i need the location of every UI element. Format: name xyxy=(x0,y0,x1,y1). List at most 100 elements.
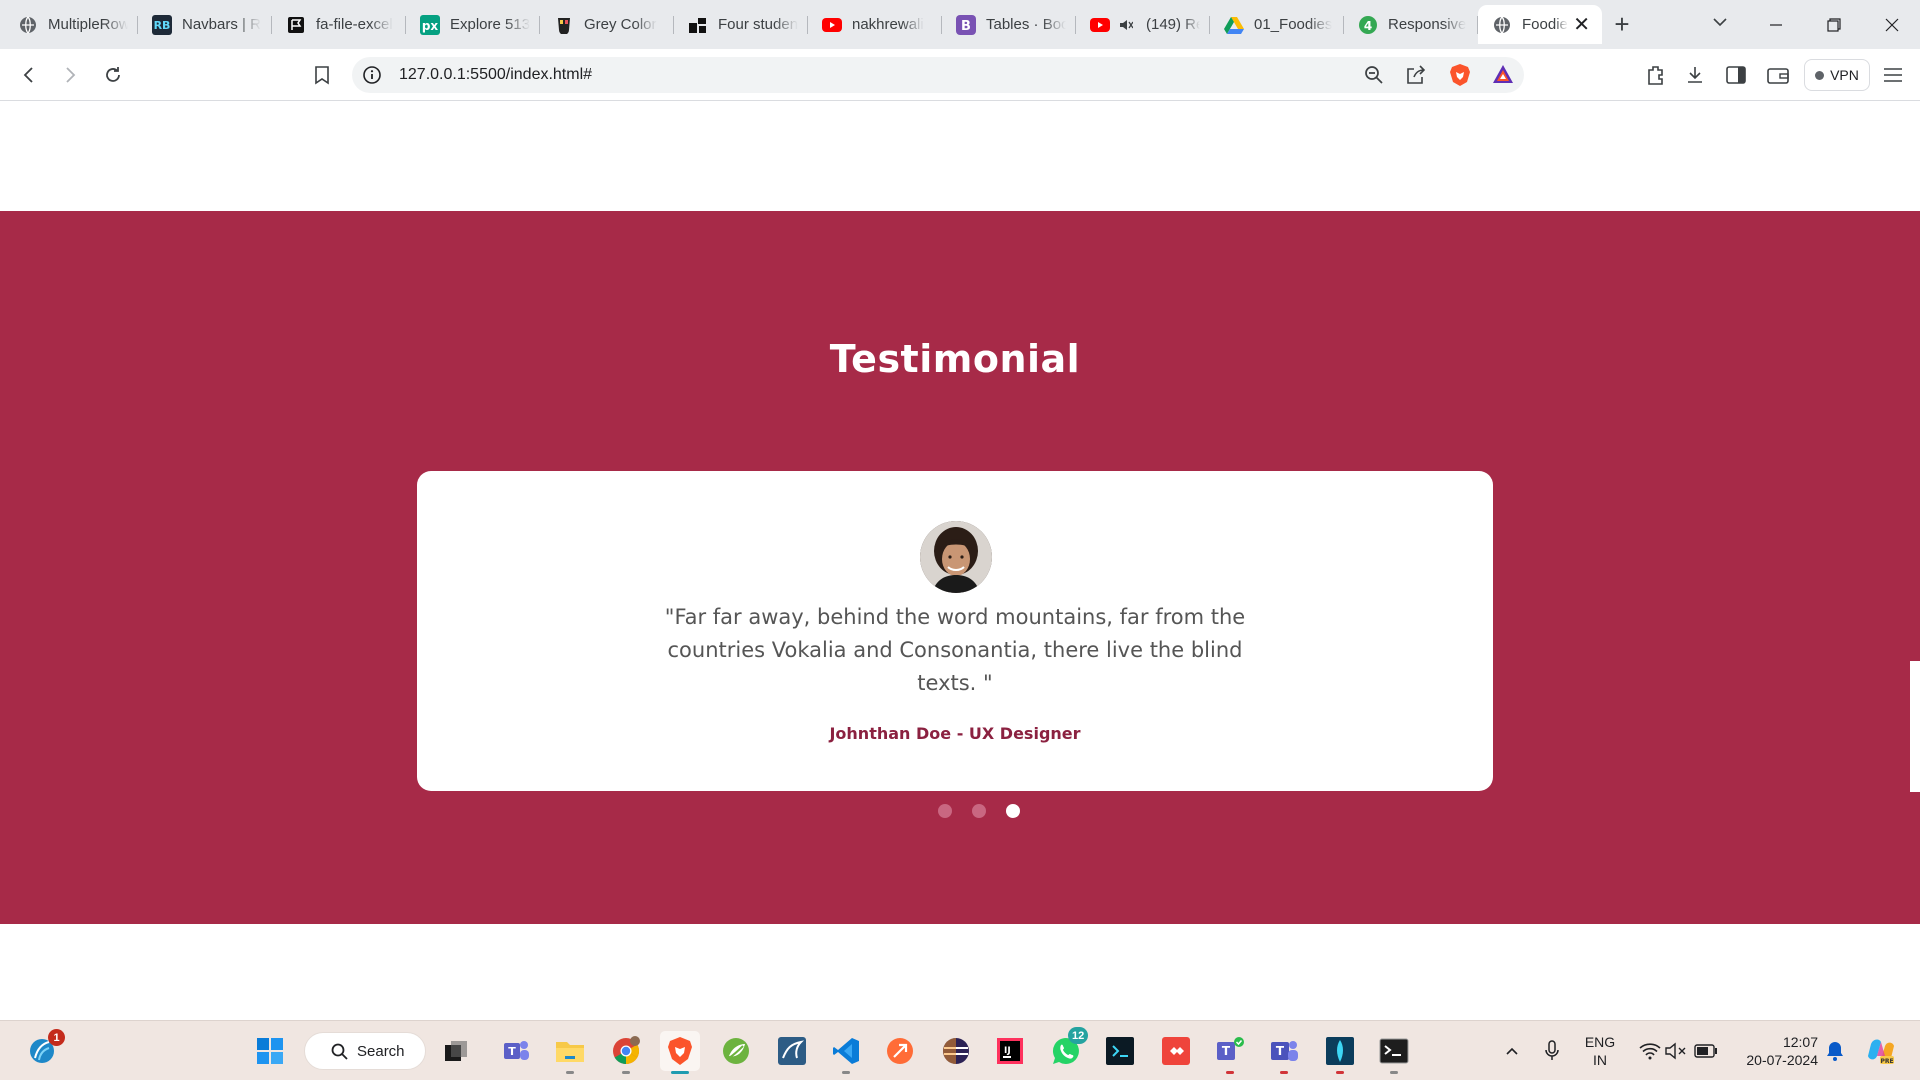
tab-label: Responsive xyxy=(1388,16,1467,33)
chevron-down-icon[interactable] xyxy=(1710,12,1730,32)
brave-browser-icon[interactable] xyxy=(660,1031,700,1074)
terminal-app-icon[interactable] xyxy=(1100,1031,1140,1071)
start-button[interactable] xyxy=(250,1031,290,1071)
site-info-icon[interactable] xyxy=(362,65,382,85)
vpn-status-icon xyxy=(1815,70,1825,80)
muted-speaker-icon[interactable] xyxy=(1116,15,1136,35)
sidebar-icon[interactable] xyxy=(1724,63,1748,87)
anydesk-icon[interactable] xyxy=(1156,1031,1196,1071)
close-window-button[interactable] xyxy=(1864,0,1920,49)
tab-multiplerow[interactable]: MultipleRow xyxy=(4,5,138,44)
date-text: 20-07-2024 xyxy=(1746,1052,1818,1068)
task-view-icon[interactable] xyxy=(436,1031,476,1071)
reload-button[interactable] xyxy=(99,61,127,89)
file-explorer-icon[interactable] xyxy=(550,1031,590,1074)
new-tab-button[interactable]: + xyxy=(1608,10,1636,38)
responsive-icon: 4 xyxy=(1358,15,1378,35)
globe-icon xyxy=(18,15,38,35)
testimonial-author: Johnthan Doe - UX Designer xyxy=(829,724,1081,743)
tab-nakhrewali[interactable]: nakhrewali xyxy=(808,5,942,44)
tab-foodies-drive[interactable]: 01_Foodies xyxy=(1210,5,1344,44)
tab-navbars[interactable]: RB Navbars | R xyxy=(138,5,272,44)
forward-button[interactable] xyxy=(56,61,84,89)
section-overflow-edge xyxy=(1910,211,1920,661)
zoom-icon[interactable] xyxy=(1364,65,1384,85)
tab-explore[interactable]: px Explore 513 xyxy=(406,5,540,44)
carousel-dot-2[interactable] xyxy=(971,804,986,818)
bookmark-icon[interactable] xyxy=(308,61,336,89)
notification-bell-icon[interactable] xyxy=(1815,1031,1855,1071)
svg-text:4: 4 xyxy=(1364,19,1372,33)
section-title: Testimonial xyxy=(829,337,1081,381)
mysql-workbench-icon[interactable] xyxy=(772,1031,812,1071)
taskbar-search[interactable]: Search xyxy=(304,1032,426,1070)
vscode-icon[interactable] xyxy=(826,1031,866,1074)
download-icon[interactable] xyxy=(1683,63,1707,87)
running-indicator xyxy=(842,1071,850,1074)
testimonial-quote: "Far far away, behind the word mountains… xyxy=(664,605,1246,695)
extensions-icon[interactable] xyxy=(1644,63,1668,87)
running-indicator xyxy=(566,1071,574,1074)
tab-foodie-active[interactable]: Foodie ✕ xyxy=(1478,5,1602,44)
brave-rewards-icon[interactable] xyxy=(1492,64,1513,84)
youtube-icon xyxy=(822,15,842,35)
minimize-button[interactable] xyxy=(1748,0,1804,49)
vpn-button[interactable]: VPN xyxy=(1804,59,1870,91)
tab-tables-bootstrap[interactable]: B Tables · Boo xyxy=(942,5,1076,44)
svg-text:RB: RB xyxy=(154,19,171,32)
weather-widget-icon[interactable]: 1 xyxy=(22,1029,65,1071)
tab-label: Grey Color xyxy=(584,16,657,33)
youtube-icon xyxy=(1090,15,1110,35)
tab-label: Navbars | R xyxy=(182,16,261,33)
battery-icon[interactable] xyxy=(1686,1031,1726,1071)
language-line-1: ENG xyxy=(1584,1034,1616,1050)
tab-label: (149) Re xyxy=(1146,16,1200,33)
eclipse-icon[interactable] xyxy=(936,1031,976,1071)
whatsapp-icon[interactable]: 12 xyxy=(1046,1027,1089,1071)
url-text[interactable]: 127.0.0.1:5500/index.html# xyxy=(399,66,592,84)
address-bar[interactable]: 127.0.0.1:5500/index.html# xyxy=(352,57,1524,93)
intellij-icon[interactable]: IJ xyxy=(990,1031,1030,1071)
tab-fa-file-excel[interactable]: fa-file-excel xyxy=(272,5,406,44)
back-button[interactable] xyxy=(15,61,43,89)
running-indicator xyxy=(622,1071,630,1074)
copilot-icon[interactable]: PRE xyxy=(1861,1031,1901,1071)
tab-youtube-muted[interactable]: (149) Re xyxy=(1076,5,1210,44)
running-indicator xyxy=(671,1071,689,1074)
globe-icon xyxy=(1492,15,1512,35)
restore-button[interactable] xyxy=(1806,0,1862,49)
spring-tool-icon[interactable] xyxy=(716,1031,756,1071)
svg-text:T: T xyxy=(1276,1044,1285,1058)
svg-text:T: T xyxy=(1222,1044,1231,1058)
menu-icon[interactable] xyxy=(1881,63,1905,87)
tab-list: MultipleRow RB Navbars | R fa-file-excel… xyxy=(4,5,1602,44)
brave-shields-icon[interactable] xyxy=(1449,63,1470,86)
carousel-dot-1[interactable] xyxy=(937,804,952,818)
teams-chat-icon[interactable]: T xyxy=(496,1031,536,1071)
teams-classic-icon[interactable]: T xyxy=(1264,1031,1304,1074)
clock[interactable]: 12:07 20-07-2024 xyxy=(1732,1033,1818,1069)
running-indicator xyxy=(1390,1071,1398,1074)
tab-label: fa-file-excel xyxy=(316,16,393,33)
tab-grey-color[interactable]: Grey Color xyxy=(540,5,674,44)
postman-icon[interactable] xyxy=(880,1031,920,1071)
color-hunt-icon xyxy=(554,15,574,35)
wallet-icon[interactable] xyxy=(1766,63,1790,87)
carousel-dot-3[interactable] xyxy=(1005,804,1020,818)
bootstrap-icon: B xyxy=(956,14,976,35)
tab-responsive[interactable]: 4 Responsive xyxy=(1344,5,1478,44)
svg-text:B: B xyxy=(961,19,971,34)
svg-text:px: px xyxy=(422,19,439,33)
chevron-up-icon[interactable] xyxy=(1492,1031,1532,1071)
command-prompt-icon[interactable] xyxy=(1374,1031,1414,1074)
close-tab-icon[interactable]: ✕ xyxy=(1573,12,1590,37)
language-indicator[interactable]: ENG IN xyxy=(1578,1033,1622,1069)
microphone-icon[interactable] xyxy=(1532,1031,1572,1071)
tab-four-students[interactable]: Four studen xyxy=(674,5,808,44)
share-icon[interactable] xyxy=(1406,65,1426,85)
mongodb-compass-icon[interactable] xyxy=(1320,1031,1360,1074)
react-bootstrap-icon: RB xyxy=(152,14,172,35)
svg-text:T: T xyxy=(508,1045,516,1058)
teams-new-icon[interactable]: T xyxy=(1210,1031,1250,1074)
chrome-icon[interactable] xyxy=(606,1031,646,1074)
